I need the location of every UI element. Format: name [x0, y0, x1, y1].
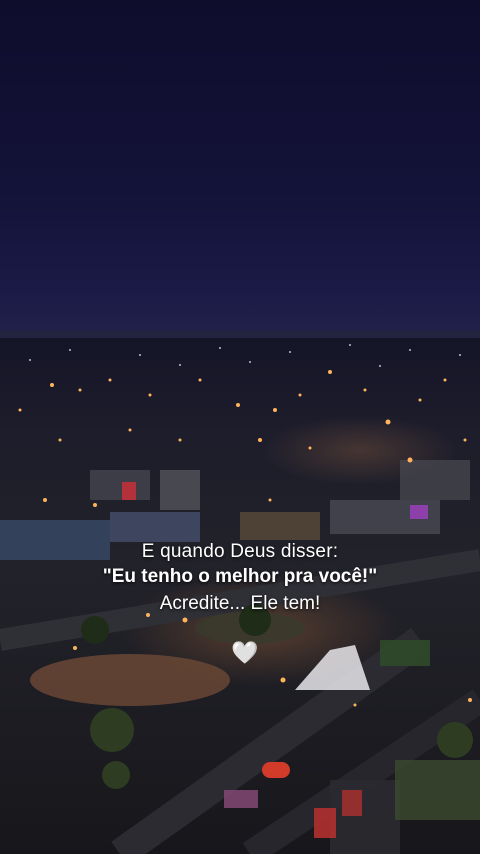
white-heart-icon: 🤍 — [231, 641, 259, 666]
caption-line-1: E quando Deus disser: — [141, 541, 339, 562]
caption-line-2: "Eu tenho o melhor pra você!" — [102, 566, 378, 587]
background-photo — [0, 0, 480, 854]
city-lights — [0, 330, 480, 854]
caption-line-3: Acredite... Ele tem! — [159, 593, 321, 614]
